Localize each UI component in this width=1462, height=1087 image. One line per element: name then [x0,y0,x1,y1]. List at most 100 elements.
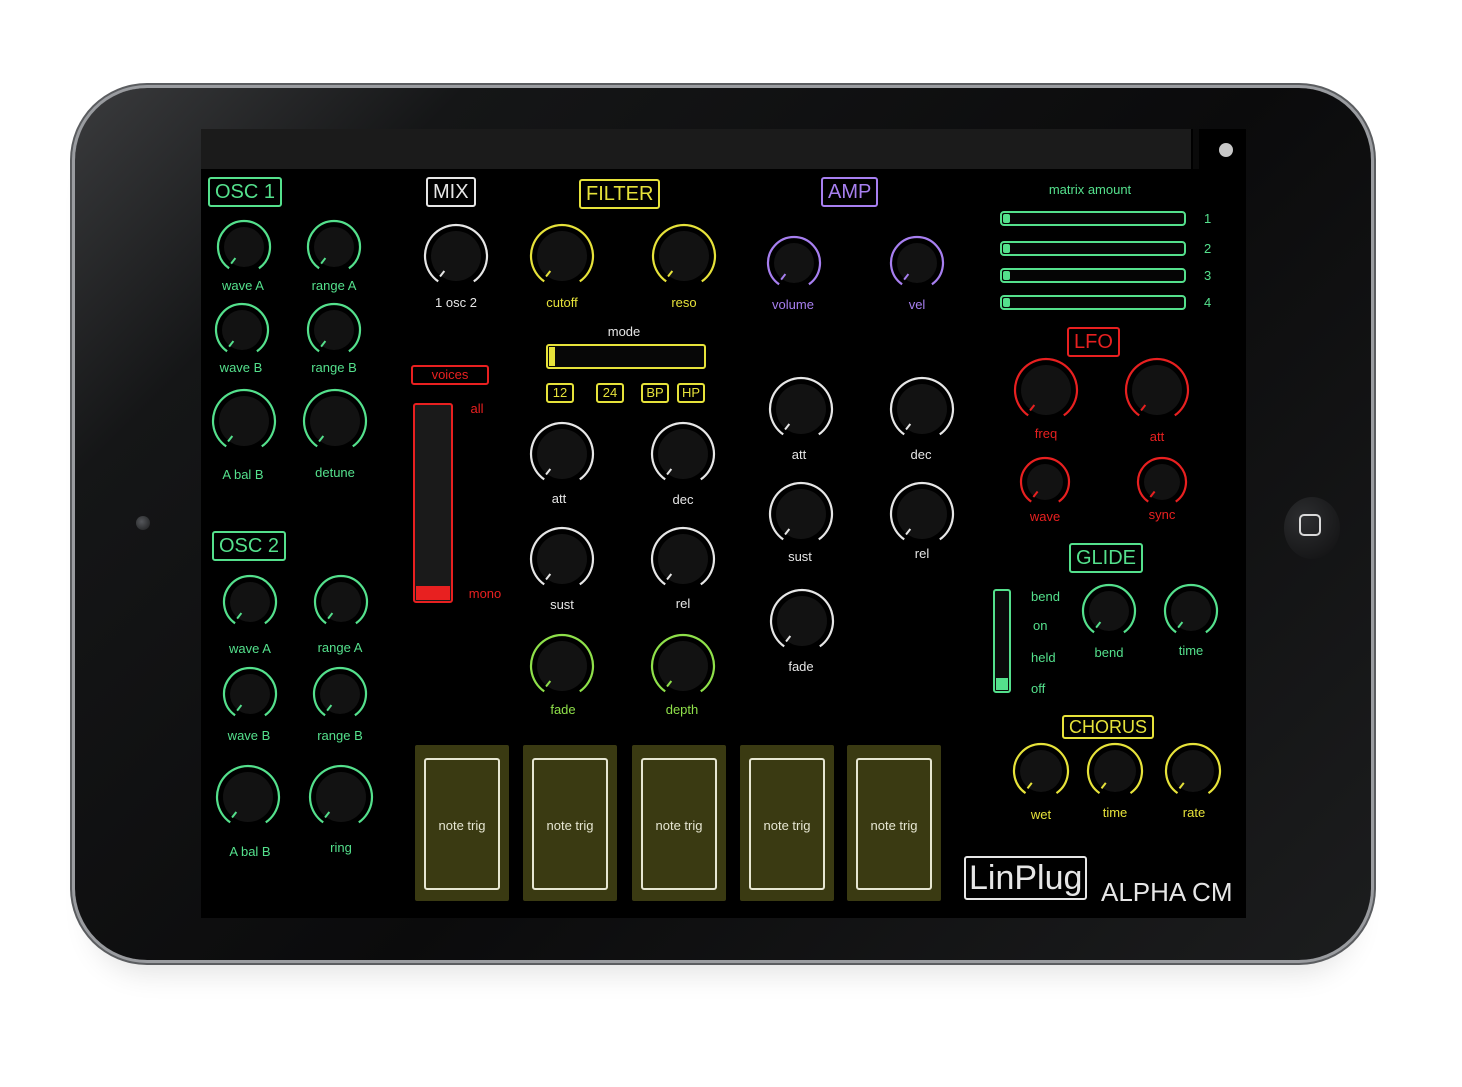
glide-bend-knob[interactable] [1079,581,1139,641]
amp-dec-label: dec [910,447,932,462]
mix-title: MIX [426,177,476,207]
osc1-detune-knob[interactable] [300,386,370,456]
amp-volume-label: volume [772,297,814,312]
glide-title: GLIDE [1069,543,1144,573]
menu-dot-button[interactable] [1219,143,1233,157]
filter-mode-slider[interactable] [546,344,706,369]
filter-att-knob[interactable] [527,419,597,489]
matrix-slider-3[interactable] [1000,268,1186,283]
glide-option-held: held [1031,650,1056,665]
filter-mode-24-button[interactable]: 24 [596,383,624,403]
osc1-wave-a-knob[interactable] [214,217,274,277]
lfo-sync-label: sync [1148,507,1176,522]
note-trig-pad-5[interactable]: note trig [847,745,941,901]
osc2-wave-b-label: wave B [227,728,271,743]
brand-logo: LinPlug [964,856,1088,900]
osc2-ring-label: ring [330,840,352,855]
matrix-slider-4[interactable] [1000,295,1186,310]
amp-dec-knob[interactable] [887,374,957,444]
osc2-range-a-knob[interactable] [311,572,371,632]
glide-mode-slider[interactable] [993,589,1011,693]
lfo-freq-label: freq [1034,426,1058,441]
voices-fill [416,586,450,600]
amp-sust-knob[interactable] [766,479,836,549]
glide-time-knob[interactable] [1161,581,1221,641]
filter-mode-fill [549,347,555,366]
filter-cutoff-knob[interactable] [527,221,597,291]
osc2-wave-b-knob[interactable] [220,664,280,724]
filter-sust-knob[interactable] [527,524,597,594]
matrix-fill [1003,214,1011,223]
lfo-freq-knob[interactable] [1011,355,1081,425]
note-trig-pad-4[interactable]: note trig [740,745,834,901]
filter-mode-bp-button[interactable]: BP [641,383,669,403]
model-name: ALPHA CM [1101,877,1233,907]
osc2-a-bal-b-knob[interactable] [213,762,283,832]
osc1-range-a-knob[interactable] [304,217,364,277]
osc1-a-bal-b-knob[interactable] [209,386,279,456]
filter-depth-label: depth [665,702,699,717]
home-button[interactable] [1284,497,1340,559]
chorus-wet-label: wet [1030,807,1052,822]
voices-mono-label: mono [468,586,502,601]
glide-fill [996,678,1008,690]
amp-fade-knob[interactable] [767,586,837,656]
filter-depth-knob[interactable] [648,631,718,701]
matrix-slider-1[interactable] [1000,211,1186,226]
amp-att-knob[interactable] [766,374,836,444]
note-trig-pad-2[interactable]: note trig [523,745,617,901]
filter-title: FILTER [579,179,661,209]
filter-att-label: att [551,491,567,506]
osc1-a-bal-b-label: A bal B [222,467,264,482]
chorus-rate-knob[interactable] [1162,740,1224,802]
amp-rel-knob[interactable] [887,479,957,549]
osc2-a-bal-b-label: A bal B [229,844,271,859]
osc1-range-b-knob[interactable] [304,300,364,360]
osc2-title: OSC 2 [212,531,287,561]
chorus-title: CHORUS [1062,715,1155,739]
osc2-wave-a-knob[interactable] [220,572,280,632]
pad-label: note trig [546,818,594,833]
home-square-icon [1299,514,1321,536]
amp-rel-label: rel [914,546,930,561]
osc2-ring-knob[interactable] [306,762,376,832]
voices-all-label: all [470,401,484,416]
top-bar-divider [1193,129,1199,169]
lfo-wave-knob[interactable] [1017,454,1073,510]
matrix-num-2: 2 [1204,241,1212,256]
filter-dec-knob[interactable] [648,419,718,489]
filter-rel-knob[interactable] [648,524,718,594]
amp-title: AMP [821,177,879,207]
glide-time-label: time [1178,643,1204,658]
osc1-wave-b-knob[interactable] [212,300,272,360]
filter-mode-12-button[interactable]: 12 [546,383,574,403]
osc2-range-b-knob[interactable] [310,664,370,724]
amp-fade-label: fade [788,659,814,674]
lfo-att-label: att [1149,429,1165,444]
amp-volume-knob[interactable] [764,233,824,293]
matrix-slider-2[interactable] [1000,241,1186,256]
lfo-att-knob[interactable] [1122,355,1192,425]
osc2-range-b-label: range B [317,728,363,743]
filter-mode-hp-button[interactable]: HP [677,383,705,403]
chorus-wet-knob[interactable] [1010,740,1072,802]
filter-reso-knob[interactable] [649,221,719,291]
mix-osc-label: 1 osc 2 [435,295,477,310]
note-trig-pad-3[interactable]: note trig [632,745,726,901]
filter-rel-label: rel [675,596,691,611]
lfo-sync-knob[interactable] [1134,454,1190,510]
mix-osc-knob[interactable] [421,221,491,291]
glide-option-bend: bend [1031,589,1060,604]
osc1-detune-label: detune [315,465,355,480]
voices-slider[interactable] [413,403,453,603]
matrix-fill [1003,298,1011,307]
note-trig-pad-1[interactable]: note trig [415,745,509,901]
amp-sust-label: sust [788,549,812,564]
osc2-range-a-label: range A [317,640,363,655]
amp-vel-knob[interactable] [887,233,947,293]
chorus-time-knob[interactable] [1084,740,1146,802]
pad-label: note trig [763,818,811,833]
osc1-wave-a-label: wave A [222,278,264,293]
matrix-fill [1003,244,1011,253]
filter-fade-knob[interactable] [527,631,597,701]
